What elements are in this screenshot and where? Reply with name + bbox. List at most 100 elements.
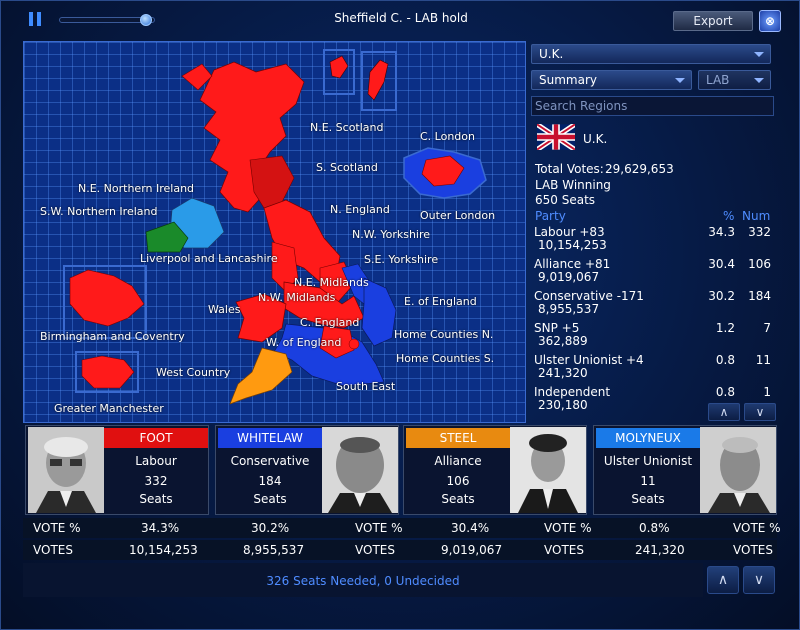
- label-ne-midlands[interactable]: N.E. Midlands: [294, 276, 369, 289]
- party-row-name: Labour +83: [534, 225, 605, 239]
- leader-photo-whitelaw: [322, 427, 398, 513]
- party-row-pct: 34.3: [708, 225, 735, 239]
- party-name: Alliance: [434, 454, 482, 468]
- label-wales[interactable]: Wales: [208, 303, 240, 316]
- party-row-num: 184: [748, 289, 771, 303]
- party-row-pct: 30.2: [708, 289, 735, 303]
- label-ne-ni[interactable]: N.E. Northern Ireland: [78, 182, 194, 195]
- votes-label: VOTES: [544, 543, 584, 557]
- party-row-pct: 1.2: [715, 321, 735, 335]
- label-west-country[interactable]: West Country: [156, 366, 230, 379]
- party-row-num: 11: [755, 353, 771, 367]
- party-row-pct: 0.8: [715, 385, 735, 399]
- label-e-england[interactable]: E. of England: [404, 295, 477, 308]
- view-select-value: Summary: [539, 73, 597, 87]
- search-placeholder: Search Regions: [535, 99, 628, 113]
- party-row-num: 7: [763, 321, 771, 335]
- seats-label: Seats: [253, 492, 287, 506]
- leader-photo-steel: [510, 427, 586, 513]
- london-dot: [348, 338, 360, 350]
- label-w-england[interactable]: W. of England: [266, 336, 341, 349]
- party-row-votes: 362,889: [538, 334, 588, 348]
- chevron-down-icon: ∨: [753, 572, 765, 588]
- shetland-region: [367, 59, 389, 101]
- search-input[interactable]: Search Regions: [531, 96, 774, 116]
- seats-label: Seats: [631, 492, 665, 506]
- total-votes-label: Total Votes:: [535, 162, 604, 176]
- scroll-up-button[interactable]: ∧: [708, 403, 740, 421]
- label-home-counties-s[interactable]: Home Counties S.: [396, 352, 494, 365]
- label-greater-manchester[interactable]: Greater Manchester: [54, 402, 164, 415]
- label-home-counties-n[interactable]: Home Counties N.: [394, 328, 493, 341]
- party-name: Conservative: [230, 454, 310, 468]
- card-alliance[interactable]: STEEL Alliance 106 Seats: [403, 425, 587, 515]
- leader-name: STEEL: [406, 428, 510, 448]
- scroll-down-button[interactable]: ∨: [744, 403, 776, 421]
- region-name: U.K.: [583, 132, 608, 146]
- vote-pct-label: VOTE %: [544, 521, 592, 535]
- leader-name: WHITELAW: [218, 428, 322, 448]
- votes-label: VOTES: [355, 543, 395, 557]
- next-button[interactable]: ∨: [743, 566, 775, 594]
- leader-name: FOOT: [104, 428, 208, 448]
- votes-labour: 10,154,253: [129, 543, 198, 557]
- manchester-region: [81, 355, 135, 389]
- label-nw-yorkshire[interactable]: N.W. Yorkshire: [352, 228, 430, 241]
- label-south-east[interactable]: South East: [336, 380, 395, 393]
- seats-label: Seats: [139, 492, 173, 506]
- card-conservative[interactable]: WHITELAW Conservative 184 Seats: [215, 425, 399, 515]
- party-row-votes: 230,180: [538, 398, 588, 412]
- label-sw-ni[interactable]: S.W. Northern Ireland: [40, 205, 157, 218]
- votes-alliance: 9,019,067: [441, 543, 503, 557]
- label-c-england[interactable]: C. England: [300, 316, 359, 329]
- label-liverpool[interactable]: Liverpool and Lancashire: [140, 252, 278, 265]
- total-seats: 650 Seats: [535, 193, 596, 207]
- summary-panel: U.K. Summary LAB Search Regions U.K. Tot…: [529, 41, 777, 423]
- party-row-votes: 10,154,253: [538, 238, 607, 252]
- party-row-name: Alliance +81: [534, 257, 611, 271]
- orkney-region: [329, 55, 349, 79]
- party-select[interactable]: LAB: [698, 70, 771, 90]
- election-app: Sheffield C. - LAB hold Export ⊗ N.E. Sc…: [0, 0, 800, 630]
- party-name: Ulster Unionist: [603, 454, 693, 468]
- prev-button[interactable]: ∧: [707, 566, 739, 594]
- label-s-yorkshire[interactable]: S.E. Yorkshire: [364, 253, 438, 266]
- vote-pct-label: VOTE %: [33, 521, 81, 535]
- card-labour[interactable]: FOOT Labour 332 Seats: [25, 425, 209, 515]
- uk-map[interactable]: N.E. Scotland C. London S. Scotland N.E.…: [23, 41, 526, 423]
- party-row-name: Ulster Unionist +4: [534, 353, 644, 367]
- votes-ulster: 241,320: [635, 543, 685, 557]
- label-outer-london[interactable]: Outer London: [420, 209, 495, 222]
- party-row-name: Conservative -171: [534, 289, 644, 303]
- card-ulster-unionist[interactable]: MOLYNEUX Ulster Unionist 11 Seats: [593, 425, 777, 515]
- chevron-down-icon: [754, 52, 764, 57]
- label-s-scotland[interactable]: S. Scotland: [316, 161, 378, 174]
- chevron-down-icon: [754, 78, 764, 83]
- seats-label: Seats: [441, 492, 475, 506]
- vote-pct-conservative: 30.2%: [251, 521, 290, 535]
- chevron-down-icon: [675, 78, 685, 83]
- label-n-england[interactable]: N. England: [330, 203, 390, 216]
- region-select[interactable]: U.K.: [531, 44, 771, 64]
- votes-label: VOTES: [33, 543, 73, 557]
- total-votes-value: 29,629,653: [605, 162, 674, 176]
- label-birmingham[interactable]: Birmingham and Coventry: [40, 330, 185, 343]
- party-row-name: SNP +5: [534, 321, 580, 335]
- leader-photo-foot: [28, 427, 104, 513]
- chevron-down-icon: ∨: [755, 405, 765, 419]
- map-svg: [63, 49, 487, 405]
- close-button[interactable]: ⊗: [759, 10, 781, 32]
- export-button[interactable]: Export: [673, 11, 753, 31]
- leader-name: MOLYNEUX: [596, 428, 700, 448]
- leader-photo-molyneux: [700, 427, 776, 513]
- label-c-london[interactable]: C. London: [420, 130, 475, 143]
- party-row-pct: 30.4: [708, 257, 735, 271]
- label-nw-midlands[interactable]: N.W. Midlands: [258, 291, 335, 304]
- winning-status: LAB Winning: [535, 178, 611, 192]
- col-num: Num: [742, 209, 771, 223]
- label-ne-scotland[interactable]: N.E. Scotland: [310, 121, 384, 134]
- chevron-up-icon: ∧: [717, 572, 729, 588]
- top-bar: Sheffield C. - LAB hold Export ⊗: [1, 1, 800, 37]
- close-icon: ⊗: [764, 14, 776, 28]
- view-select[interactable]: Summary: [531, 70, 692, 90]
